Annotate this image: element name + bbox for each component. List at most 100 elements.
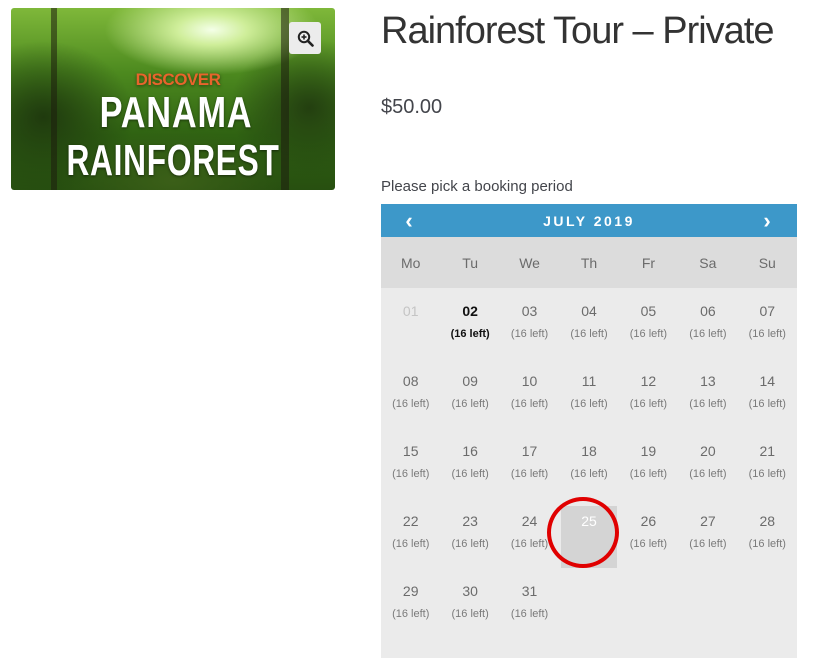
calendar-day[interactable]: 21 (16 left) bbox=[738, 434, 797, 504]
day-number: 13 bbox=[700, 373, 716, 389]
weekday-label: We bbox=[519, 254, 540, 271]
day-availability: (16 left) bbox=[689, 328, 727, 340]
calendar-day[interactable]: 15 (16 left) bbox=[381, 434, 440, 504]
calendar-day[interactable]: 17 (16 left) bbox=[500, 434, 559, 504]
calendar-day[interactable]: 28 (16 left) bbox=[738, 504, 797, 574]
day-availability: (16 left) bbox=[392, 538, 430, 550]
day-number: 02 bbox=[462, 303, 478, 319]
calendar-day[interactable]: 22 (16 left) bbox=[381, 504, 440, 574]
day-availability: (16 left) bbox=[570, 398, 608, 410]
weekday-label: Su bbox=[758, 254, 776, 271]
calendar-day[interactable]: 06 (16 left) bbox=[678, 294, 737, 364]
day-number: 23 bbox=[462, 513, 478, 529]
day-number: 21 bbox=[759, 443, 776, 459]
booking-calendar: ‹ JULY 2019 › Mo Tu We Th Fr Sa Su 01 02 (… bbox=[381, 204, 797, 658]
day-number: 27 bbox=[700, 513, 716, 529]
prev-month-button[interactable]: ‹ bbox=[389, 204, 429, 237]
day-number: 04 bbox=[581, 303, 597, 319]
calendar-day[interactable]: 07 (16 left) bbox=[738, 294, 797, 364]
day-number: 28 bbox=[759, 513, 776, 529]
day-number: 05 bbox=[640, 303, 657, 319]
day-number: 03 bbox=[521, 303, 538, 319]
day-availability: (16 left) bbox=[629, 398, 668, 410]
day-number: 06 bbox=[700, 303, 716, 319]
calendar-header: ‹ JULY 2019 › bbox=[381, 204, 797, 237]
calendar-day[interactable]: 13 (16 left) bbox=[678, 364, 737, 434]
day-availability: (16 left) bbox=[748, 468, 786, 480]
zoom-button[interactable] bbox=[289, 22, 321, 54]
calendar-day[interactable]: 30 (16 left) bbox=[440, 574, 499, 644]
day-availability: (16 left) bbox=[451, 538, 489, 550]
calendar-month-label: JULY 2019 bbox=[543, 212, 635, 229]
calendar-day[interactable]: 27 (16 left) bbox=[678, 504, 737, 574]
selected-date-highlight-circle bbox=[547, 497, 619, 568]
calendar-day[interactable]: 26 (16 left) bbox=[619, 504, 678, 574]
calendar-day[interactable]: 23 (16 left) bbox=[440, 504, 499, 574]
day-availability: (16 left) bbox=[451, 608, 489, 620]
calendar-day[interactable]: 10 (16 left) bbox=[500, 364, 559, 434]
day-number: 10 bbox=[521, 373, 538, 389]
product-price: $50.00 bbox=[381, 96, 443, 118]
calendar-day[interactable]: 20 (16 left) bbox=[678, 434, 737, 504]
booking-period-label: Please pick a booking period bbox=[381, 178, 573, 195]
day-number: 08 bbox=[402, 373, 419, 389]
day-number: 17 bbox=[521, 443, 538, 459]
calendar-day[interactable]: 31 (16 left) bbox=[500, 574, 559, 644]
day-number: 29 bbox=[402, 583, 419, 599]
day-availability: (16 left) bbox=[689, 398, 727, 410]
day-availability: (16 left) bbox=[510, 398, 549, 410]
calendar-day[interactable]: 04 (16 left) bbox=[559, 294, 618, 364]
image-rainforest-text: RAINFOREST bbox=[66, 136, 280, 185]
calendar-day[interactable]: 12 (16 left) bbox=[619, 364, 678, 434]
day-availability: (16 left) bbox=[689, 468, 727, 480]
weekday-label: Tu bbox=[462, 254, 479, 271]
day-number: 12 bbox=[640, 373, 657, 389]
day-number: 07 bbox=[759, 303, 776, 319]
image-panama-text: PANAMA bbox=[99, 88, 253, 137]
day-availability: (16 left) bbox=[392, 468, 430, 480]
day-availability: (16 left) bbox=[510, 328, 549, 340]
day-number: 31 bbox=[521, 583, 538, 599]
magnifier-plus-icon bbox=[297, 30, 314, 47]
chevron-right-icon: › bbox=[763, 207, 771, 233]
day-availability: (16 left) bbox=[629, 468, 668, 480]
day-availability: (16 left) bbox=[451, 468, 489, 480]
weekday-label: Sa bbox=[699, 254, 717, 271]
calendar-day[interactable]: 29 (16 left) bbox=[381, 574, 440, 644]
day-number: 26 bbox=[640, 513, 657, 529]
day-availability: (16 left) bbox=[450, 328, 490, 340]
day-number: 19 bbox=[640, 443, 657, 459]
calendar-day[interactable]: 19 (16 left) bbox=[619, 434, 678, 504]
calendar-day[interactable]: 05 (16 left) bbox=[619, 294, 678, 364]
calendar-day[interactable]: 09 (16 left) bbox=[440, 364, 499, 434]
day-availability: (16 left) bbox=[689, 538, 727, 550]
calendar-day[interactable]: 08 (16 left) bbox=[381, 364, 440, 434]
day-number: 11 bbox=[581, 373, 597, 389]
day-availability: (16 left) bbox=[570, 328, 608, 340]
calendar-day[interactable]: 03 (16 left) bbox=[500, 294, 559, 364]
image-discover-text: DISCOVER bbox=[135, 70, 221, 89]
weekday-label: Fr bbox=[641, 254, 656, 271]
calendar-day[interactable]: 11 (16 left) bbox=[559, 364, 618, 434]
calendar-day[interactable]: 18 (16 left) bbox=[559, 434, 618, 504]
day-availability: (16 left) bbox=[629, 538, 668, 550]
day-number: 20 bbox=[700, 443, 716, 459]
next-month-button[interactable]: › bbox=[747, 204, 787, 237]
calendar-day[interactable]: 14 (16 left) bbox=[738, 364, 797, 434]
weekday-label: Th bbox=[580, 254, 598, 271]
day-number: 16 bbox=[462, 443, 478, 459]
calendar-weekdays: Mo Tu We Th Fr Sa Su bbox=[381, 237, 797, 288]
day-availability: (16 left) bbox=[748, 398, 786, 410]
chevron-left-icon: ‹ bbox=[405, 207, 413, 233]
calendar-days-grid: 01 02 (16 left) 03 (16 left) 04 (16 left) 05 (16… bbox=[381, 288, 797, 644]
product-image[interactable]: DISCOVER PANAMA RAINFOREST bbox=[11, 8, 335, 190]
day-number: 01 bbox=[402, 303, 419, 319]
weekday-label: Mo bbox=[400, 254, 421, 271]
day-number: 18 bbox=[581, 443, 597, 459]
day-availability: (16 left) bbox=[570, 468, 608, 480]
day-availability: (16 left) bbox=[748, 538, 786, 550]
calendar-day[interactable]: 16 (16 left) bbox=[440, 434, 499, 504]
calendar-day[interactable]: 02 (16 left) bbox=[440, 294, 499, 364]
day-availability: (16 left) bbox=[629, 328, 668, 340]
calendar-day: 01 bbox=[381, 294, 440, 364]
